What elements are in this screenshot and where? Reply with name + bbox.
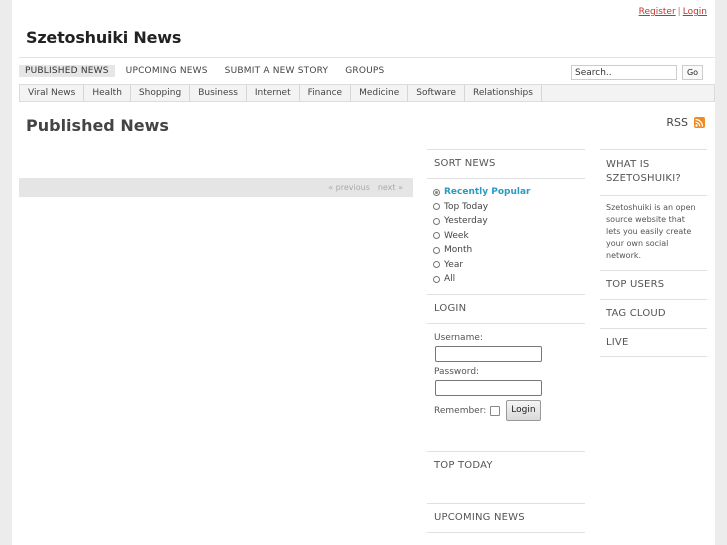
top-today-title: TOP TODAY	[427, 451, 585, 480]
pagination-previous[interactable]: « previous	[328, 183, 370, 192]
radio-icon	[433, 203, 440, 211]
page-title: Published News	[26, 116, 169, 135]
category-finance[interactable]: Finance	[300, 85, 352, 101]
login-form: Username: Password: Remember: Login	[427, 323, 585, 451]
rss-link[interactable]: RSS	[666, 116, 705, 129]
site-title[interactable]: Szetoshuiki News	[26, 28, 181, 47]
header-divider	[19, 57, 715, 58]
category-viral-news[interactable]: Viral News	[20, 85, 85, 101]
remember-label: Remember:	[434, 405, 487, 416]
category-internet[interactable]: Internet	[247, 85, 300, 101]
remember-checkbox[interactable]	[490, 405, 501, 416]
live-link[interactable]: LIVE	[600, 328, 707, 357]
nav-published-news[interactable]: PUBLISHED NEWS	[19, 65, 115, 77]
upcoming-news-title: UPCOMING NEWS	[427, 503, 585, 532]
about-title: WHAT IS SZETOSHUIKI?	[600, 149, 707, 195]
sort-option-yesterday[interactable]: Yesterday	[427, 214, 585, 229]
sort-option-label: Month	[444, 245, 473, 256]
radio-icon	[433, 217, 440, 225]
pagination-bar: « previous next »	[19, 178, 413, 197]
nav-groups[interactable]: GROUPS	[339, 65, 390, 77]
radio-icon	[433, 246, 440, 254]
category-business[interactable]: Business	[190, 85, 247, 101]
page: Register | Login Szetoshuiki News PUBLISHE…	[12, 0, 715, 545]
sort-news-title: SORT NEWS	[427, 149, 585, 178]
username-label: Username:	[434, 333, 483, 343]
radio-icon	[433, 261, 440, 269]
category-medicine[interactable]: Medicine	[351, 85, 409, 101]
sort-news-options: Recently Popular Top Today Yesterday Wee…	[427, 178, 585, 294]
category-shopping[interactable]: Shopping	[131, 85, 191, 101]
category-bar: Viral News Health Shopping Business Inte…	[19, 84, 715, 102]
rss-label: RSS	[666, 116, 688, 129]
right-column: WHAT IS SZETOSHUIKI? Szetoshuiki is an o…	[600, 149, 707, 357]
sort-option-month[interactable]: Month	[427, 243, 585, 258]
login-link[interactable]: Login	[683, 7, 707, 17]
top-links: Register | Login	[639, 7, 707, 17]
sort-option-label: Yesterday	[444, 216, 488, 227]
radio-selected-icon	[433, 188, 440, 196]
search-go-button[interactable]: Go	[682, 65, 703, 80]
sort-option-label: Top Today	[444, 201, 489, 212]
sidebar: SORT NEWS Recently Popular Top Today Yes…	[427, 149, 585, 533]
search-input[interactable]	[571, 65, 677, 80]
tag-cloud-link[interactable]: TAG CLOUD	[600, 299, 707, 328]
remember-row: Remember: Login	[427, 400, 585, 421]
username-field[interactable]	[435, 346, 542, 362]
category-relationships[interactable]: Relationships	[465, 85, 542, 101]
category-software[interactable]: Software	[408, 85, 465, 101]
password-label: Password:	[434, 367, 480, 377]
sort-option-year[interactable]: Year	[427, 258, 585, 273]
sort-option-week[interactable]: Week	[427, 229, 585, 244]
radio-icon	[433, 232, 440, 240]
upcoming-news-body	[427, 532, 585, 533]
password-field[interactable]	[435, 380, 542, 396]
nav-upcoming-news[interactable]: UPCOMING NEWS	[120, 65, 214, 77]
about-text: Szetoshuiki is an open source website th…	[600, 195, 707, 270]
sort-option-top-today[interactable]: Top Today	[427, 200, 585, 215]
login-button[interactable]: Login	[506, 400, 541, 421]
category-health[interactable]: Health	[84, 85, 131, 101]
rss-feed-icon	[694, 117, 705, 128]
nav-submit-story[interactable]: SUBMIT A NEW STORY	[219, 65, 335, 77]
sort-option-recently-popular[interactable]: Recently Popular	[427, 185, 585, 200]
top-users-link[interactable]: TOP USERS	[600, 270, 707, 299]
radio-icon	[433, 275, 440, 283]
sort-option-label: Week	[444, 230, 469, 241]
sort-option-label: All	[444, 274, 456, 285]
link-separator: |	[677, 7, 681, 17]
sort-option-label: Recently Popular	[444, 187, 531, 198]
top-today-body	[427, 480, 585, 503]
sort-option-all[interactable]: All	[427, 272, 585, 287]
register-link[interactable]: Register	[639, 7, 676, 17]
main-nav: PUBLISHED NEWS UPCOMING NEWS SUBMIT A NE…	[19, 65, 395, 77]
login-box-title: LOGIN	[427, 294, 585, 323]
sort-option-label: Year	[444, 259, 464, 270]
pagination-next[interactable]: next »	[378, 183, 403, 192]
